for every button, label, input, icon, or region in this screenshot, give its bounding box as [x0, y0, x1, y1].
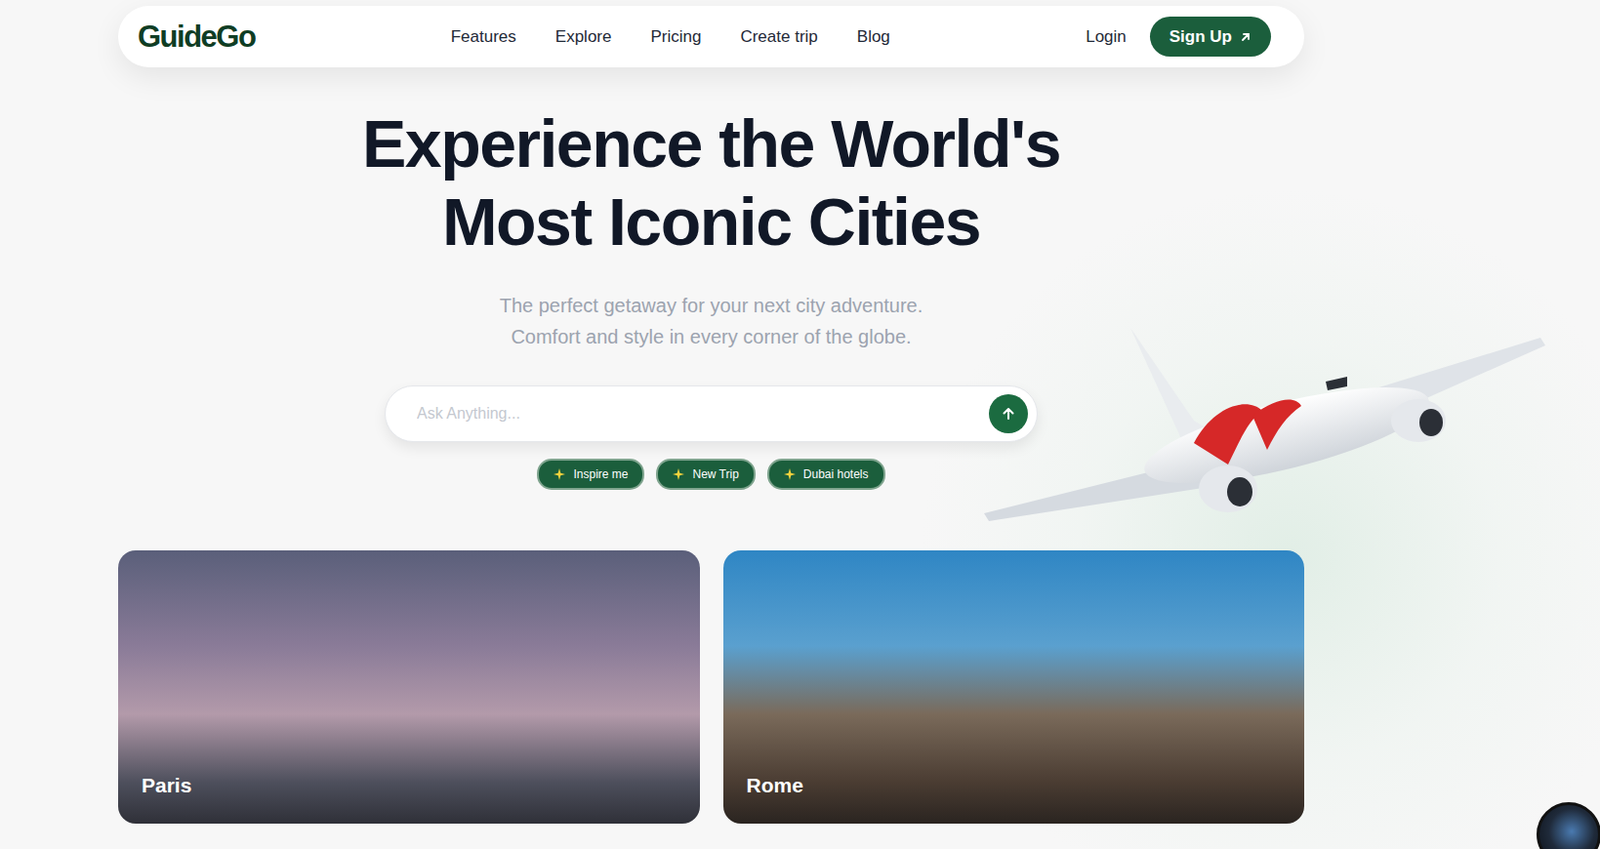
search-bar: [384, 385, 1038, 443]
arrow-up-right-icon: [1239, 31, 1252, 43]
arrow-up-icon: [1000, 406, 1017, 422]
auth-actions: Login Sign Up: [1085, 16, 1272, 58]
city-name: Rome: [746, 770, 804, 802]
airplane-illustration: [984, 328, 1546, 543]
nav-link[interactable]: Blog: [857, 24, 891, 50]
city-name: Paris: [141, 770, 192, 802]
page-content: GuideGo Features Explore Pricing Create trip…: [118, 0, 1305, 824]
city-cards: Paris Rome: [118, 550, 1305, 824]
top-navbar: GuideGo Features Explore Pricing Create trip…: [118, 5, 1305, 68]
search-input[interactable]: [414, 401, 989, 427]
login-link[interactable]: Login: [1085, 24, 1127, 50]
sparkle-icon: [553, 468, 566, 481]
hero-title-line: Experience the World's: [118, 104, 1305, 183]
chip-label: Dubai hotels: [803, 465, 869, 484]
chip-label: New Trip: [692, 465, 739, 484]
nav-link[interactable]: Pricing: [650, 24, 701, 50]
signup-label: Sign Up: [1169, 24, 1232, 50]
chip-label: Inspire me: [573, 465, 628, 484]
signup-button[interactable]: Sign Up: [1149, 16, 1272, 58]
sparkle-icon: [672, 468, 685, 481]
hero-subtitle-line: Comfort and style in every corner of the…: [118, 321, 1305, 353]
hero-title-line: Most Iconic Cities: [118, 182, 1305, 261]
suggestion-chips: Inspire me New Trip Dubai hotels: [118, 458, 1305, 491]
suggestion-chip[interactable]: Dubai hotels: [767, 458, 886, 491]
sparkle-icon: [783, 468, 796, 481]
nav-link[interactable]: Create trip: [739, 24, 818, 50]
hero-title: Experience the World'sMost Iconic Cities: [118, 104, 1305, 261]
city-card[interactable]: Paris: [118, 550, 700, 824]
nav-link[interactable]: Features: [451, 24, 517, 50]
city-card[interactable]: Rome: [723, 550, 1306, 824]
suggestion-chip[interactable]: Inspire me: [536, 458, 645, 491]
hero-section: Experience the World'sMost Iconic Cities…: [118, 67, 1305, 491]
hero-subtitle-line: The perfect getaway for your next city a…: [118, 289, 1305, 322]
hero-subtitle: The perfect getaway for your next city a…: [118, 289, 1305, 353]
logo[interactable]: GuideGo: [137, 21, 255, 52]
nav-link[interactable]: Explore: [555, 24, 613, 50]
search-submit-button[interactable]: [988, 394, 1028, 434]
suggestion-chip[interactable]: New Trip: [656, 458, 755, 491]
nav-links: Features Explore Pricing Create trip Blog: [254, 24, 1086, 50]
